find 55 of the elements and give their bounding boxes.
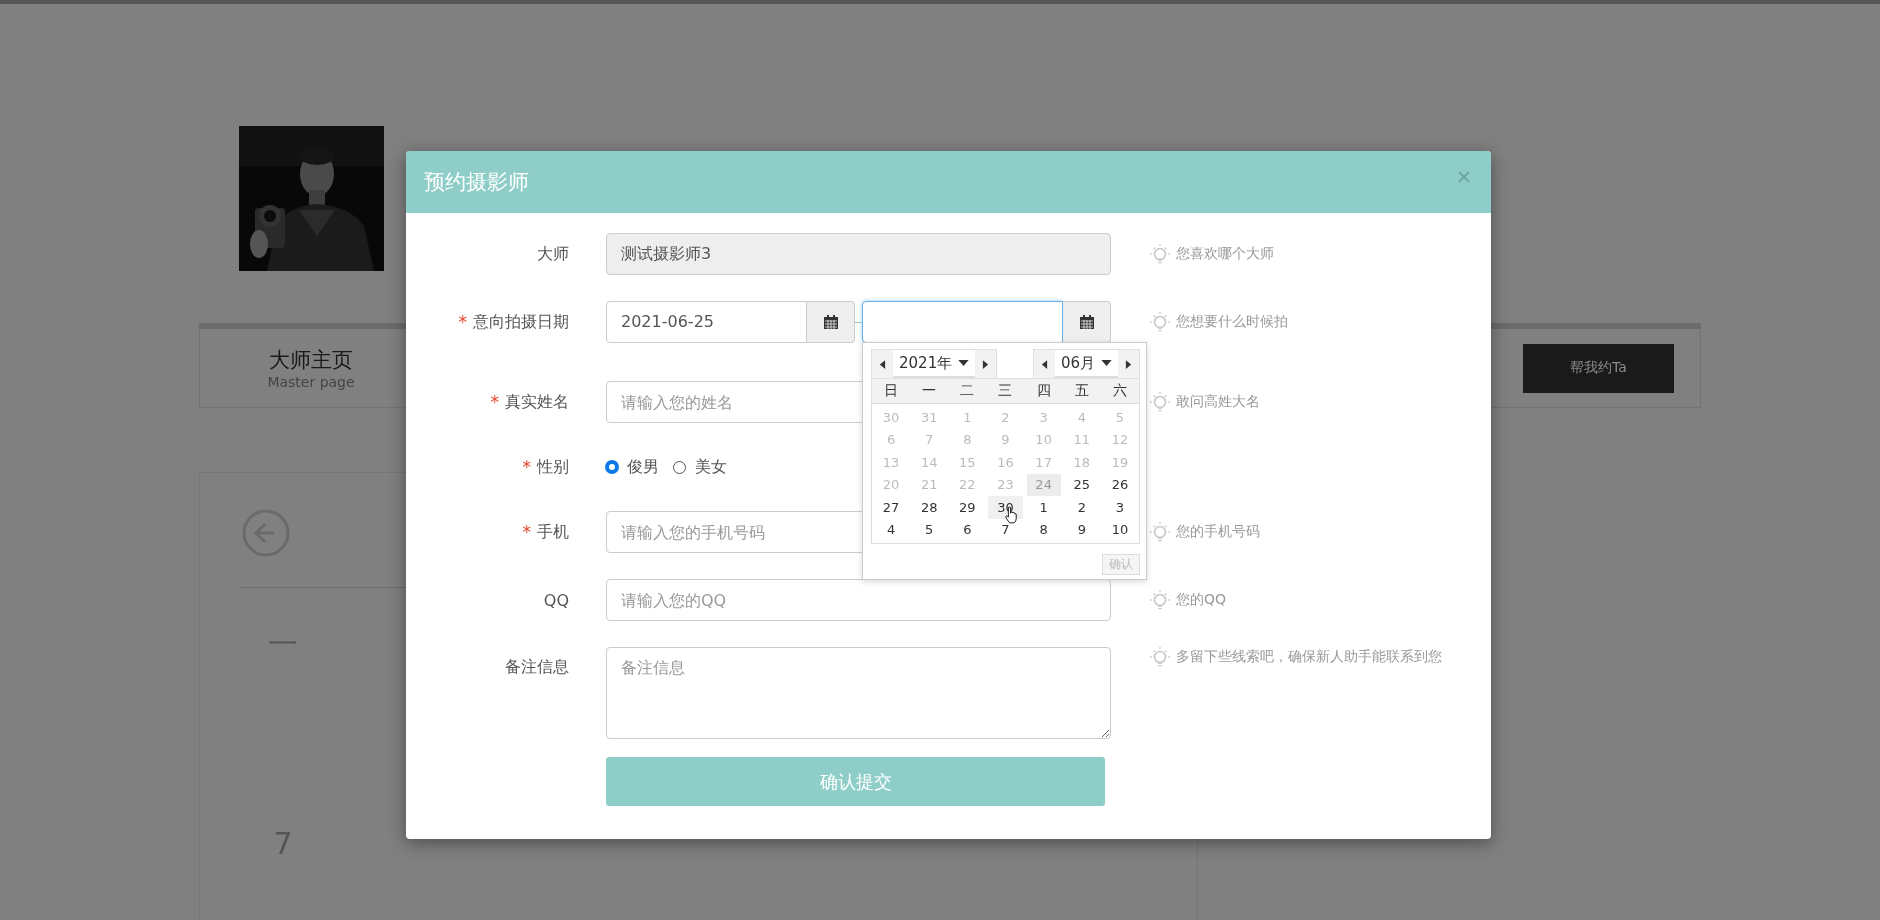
field-label: 意向拍摄日期 <box>473 311 569 333</box>
lightbulb-icon <box>1150 522 1170 542</box>
hint-text: 您的手机号码 <box>1176 523 1260 541</box>
hint-text: 您喜欢哪个大师 <box>1176 245 1274 263</box>
day-cell[interactable]: 5 <box>912 518 947 541</box>
weekday-label: 日 <box>884 382 899 400</box>
month-dropdown[interactable]: 06月 <box>1054 350 1118 378</box>
lightbulb-icon <box>1150 590 1170 610</box>
hint-text: 您的QQ <box>1176 591 1227 609</box>
weekday-label: 六 <box>1112 382 1127 400</box>
lightbulb-icon <box>1150 312 1170 332</box>
day-cell[interactable]: 9 <box>1064 518 1099 541</box>
field-label: 真实姓名 <box>505 391 569 413</box>
weekday-label: 二 <box>960 382 975 400</box>
day-cell[interactable]: 4 <box>874 518 909 541</box>
year-dropdown[interactable]: 2021年 <box>893 350 976 378</box>
calendar-button[interactable] <box>1063 301 1111 343</box>
radio-button[interactable] <box>606 461 618 473</box>
day-cell[interactable]: 6 <box>950 518 985 541</box>
weekday-label: 三 <box>998 382 1013 400</box>
radio-label: 美女 <box>695 456 727 478</box>
field-label: 手机 <box>537 521 569 543</box>
required-mark: * <box>522 457 531 477</box>
required-mark: * <box>458 312 467 332</box>
caret-icon <box>958 360 970 366</box>
calendar-icon <box>1078 314 1095 330</box>
day-cell[interactable]: 25 <box>1064 473 1099 496</box>
calendar-button[interactable] <box>807 301 855 343</box>
day-cell[interactable]: 26 <box>1102 473 1137 496</box>
day-cell[interactable]: 8 <box>1026 518 1061 541</box>
hint-text: 敢问高姓大名 <box>1176 393 1260 411</box>
required-mark: * <box>522 522 531 542</box>
date-field[interactable]: 2021-06-25 <box>606 301 807 343</box>
field-label: QQ <box>543 590 569 610</box>
field-label: 大师 <box>537 243 569 265</box>
dialog-title: 预约摄影师 <box>424 169 529 196</box>
field-label: 备注信息 <box>505 657 569 678</box>
lightbulb-icon <box>1150 392 1170 412</box>
radio-label: 俊男 <box>627 456 659 478</box>
calendar-icon <box>822 314 839 330</box>
day-cell[interactable]: 7 <box>988 518 1023 541</box>
weekday-label: 四 <box>1036 382 1051 400</box>
remarks-field[interactable]: 备注信息 <box>606 647 1111 739</box>
required-mark: * <box>490 392 499 412</box>
field-label: 性别 <box>537 456 569 478</box>
lightbulb-icon <box>1150 647 1170 667</box>
submit-button[interactable]: 确认提交 <box>606 757 1105 806</box>
lightbulb-icon <box>1150 244 1170 264</box>
text-field[interactable]: 请输入您的QQ <box>606 579 1111 621</box>
weekday-label: 五 <box>1074 382 1089 400</box>
caret-icon <box>1101 360 1112 366</box>
hint-text: 您想要什么时候拍 <box>1176 313 1288 331</box>
book-button[interactable]: 帮我约Ta <box>1523 343 1674 393</box>
weekday-label: 一 <box>922 382 937 400</box>
hint-text: 多留下些线索吧，确保新人助手能联系到您 <box>1176 648 1442 666</box>
